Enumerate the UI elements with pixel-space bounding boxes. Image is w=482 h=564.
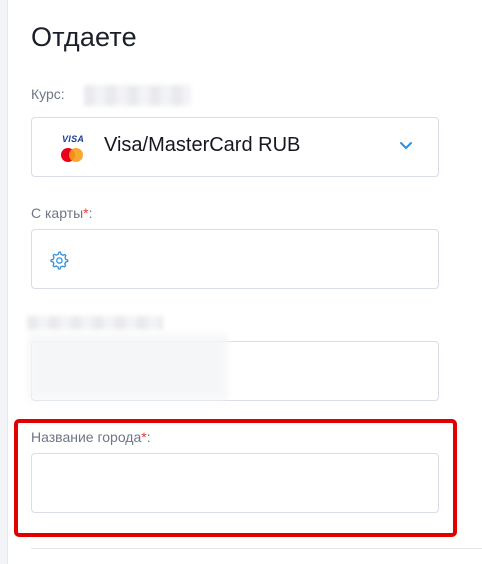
card-field-label: С карты*: bbox=[31, 205, 93, 221]
blurred-label bbox=[27, 316, 163, 330]
visa-logo-text: VISA bbox=[62, 134, 85, 144]
section-title: Отдаете bbox=[31, 22, 137, 52]
blurred-input-field[interactable] bbox=[28, 334, 439, 401]
blurred-field-content bbox=[28, 334, 228, 400]
highlight-box bbox=[14, 419, 457, 537]
rate-label: Курс: bbox=[31, 86, 65, 102]
label-suffix: : bbox=[88, 205, 93, 221]
bottom-divider bbox=[31, 548, 482, 549]
rate-value-blurred bbox=[84, 85, 191, 106]
card-field-label-text: С карты bbox=[31, 205, 84, 221]
payment-method-value: Visa/MasterCard RUB bbox=[104, 134, 301, 156]
left-panel-edge bbox=[0, 0, 8, 564]
card-number-input[interactable] bbox=[31, 229, 439, 289]
visa-mastercard-icon: VISA bbox=[61, 134, 91, 162]
chevron-down-icon[interactable] bbox=[398, 137, 414, 153]
gear-icon[interactable] bbox=[49, 250, 69, 270]
mastercard-yellow-circle bbox=[69, 148, 83, 162]
exchange-form: Отдаете Курс: VISA Visa/MasterCard RUB С… bbox=[0, 0, 482, 564]
payment-method-select[interactable]: VISA Visa/MasterCard RUB bbox=[31, 117, 439, 177]
